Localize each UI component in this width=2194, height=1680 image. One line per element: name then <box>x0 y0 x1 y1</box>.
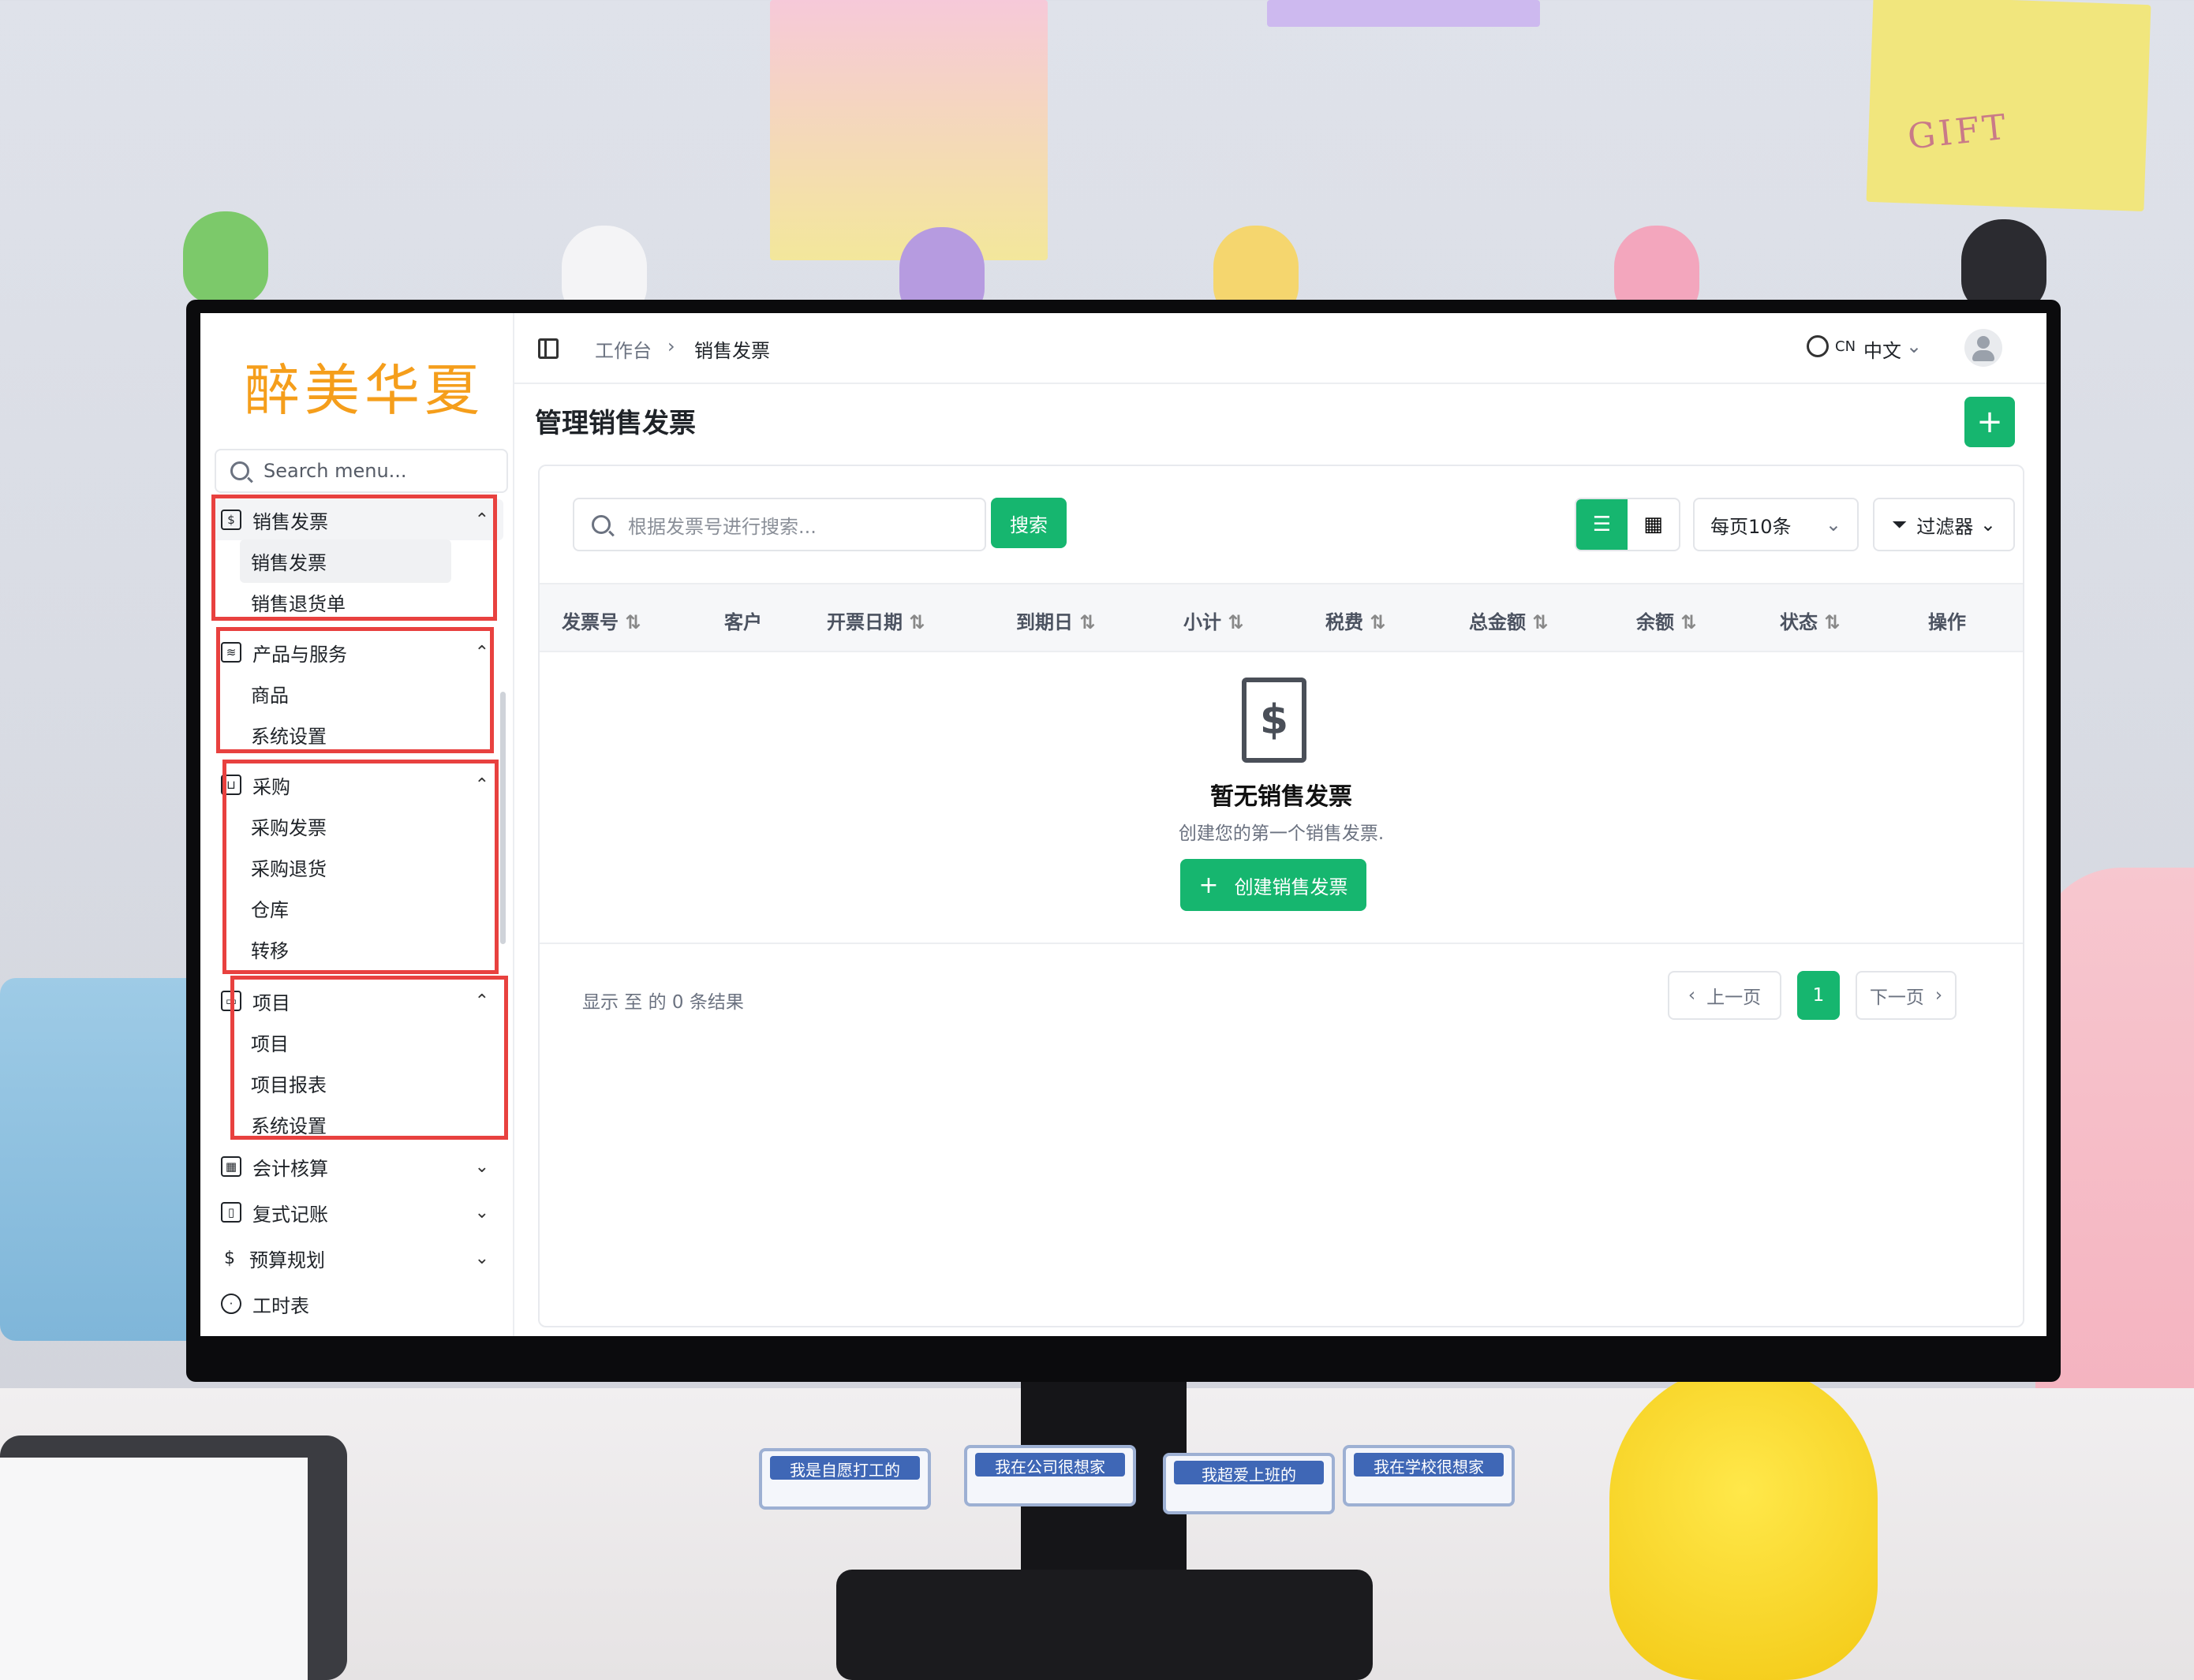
search-button[interactable]: 搜索 <box>991 498 1067 548</box>
sidebar-scrollbar[interactable] <box>500 692 506 944</box>
breadcrumb-separator-icon: › <box>667 335 675 357</box>
language-select[interactable]: 中文 <box>1863 335 1901 363</box>
invoice-search-input[interactable]: 根据发票号进行搜索... <box>573 498 986 551</box>
column-header[interactable]: 税费 ⇅ <box>1325 607 1385 634</box>
column-header[interactable]: 状态 ⇅ <box>1780 607 1840 634</box>
sort-icon: ⇅ <box>909 611 925 633</box>
receipt-dollar-icon: $ <box>1242 678 1306 763</box>
page-title: 管理销售发票 <box>535 408 696 439</box>
avatar[interactable] <box>1964 329 2002 367</box>
add-invoice-button[interactable]: + <box>1964 397 2015 447</box>
table-header: 发票号 ⇅ 客户 开票日期 ⇅ 到期日 ⇅ 小计 ⇅ 税费 ⇅ 总金额 ⇅ 余额… <box>540 583 2023 652</box>
chevron-down-icon: ⌄ <box>474 1202 489 1223</box>
chevron-left-icon: ‹ <box>1688 985 1696 1006</box>
clock-icon: · <box>221 1294 241 1314</box>
globe-icon[interactable] <box>1807 335 1829 357</box>
filter-icon: ⏷ <box>1892 513 1908 536</box>
breadcrumb-workspace[interactable]: 工作台 <box>595 335 652 363</box>
highlight-box-sales <box>211 495 497 621</box>
page-number-button[interactable]: 1 <box>1797 971 1840 1020</box>
chevron-down-icon: ⌄ <box>474 1156 489 1177</box>
sort-icon: ⇅ <box>1532 611 1549 633</box>
yellow-duck-toy <box>1609 1365 1878 1680</box>
per-page-select[interactable]: 每页10条 ⌄ <box>1693 498 1859 551</box>
book-open-icon: ▯ <box>221 1202 241 1223</box>
prev-page-button[interactable]: ‹ 上一页 <box>1668 971 1781 1020</box>
top-bar: 工作台 › 销售发票 CN 中文 ⌄ <box>513 313 2046 384</box>
sidebar-item-budget[interactable]: $ 预算规划 ⌄ <box>211 1238 503 1279</box>
sort-icon: ⇅ <box>1824 611 1841 633</box>
wall-poster-purple <box>1267 0 1540 27</box>
next-page-button[interactable]: 下一页 › <box>1856 971 1957 1020</box>
filter-button[interactable]: ⏷ 过滤器 ⌄ <box>1873 498 2015 551</box>
breadcrumb-current: 销售发票 <box>694 340 770 362</box>
sort-icon: ⇅ <box>1228 611 1244 633</box>
locale-code[interactable]: CN <box>1835 338 1856 355</box>
grid-view-icon[interactable]: ▦ <box>1628 499 1679 550</box>
monitor-screen: 醉美华夏 Search menu... $ 销售发票 ⌃ 销售发票 销售退货单 … <box>200 313 2046 1336</box>
chevron-down-icon: ⌄ <box>474 1248 489 1268</box>
list-view-icon[interactable]: ☰ <box>1576 499 1628 550</box>
tablet-screen <box>0 1458 308 1680</box>
column-header: 客户 <box>724 611 762 633</box>
menu-search-input[interactable]: Search menu... <box>215 449 508 493</box>
plus-icon: + <box>1198 871 1219 899</box>
chevron-down-icon[interactable]: ⌄ <box>1906 335 1922 357</box>
wall-poster-gift <box>1866 0 2151 212</box>
sort-icon: ⇅ <box>625 611 641 633</box>
monitor-stand-base <box>836 1570 1373 1680</box>
highlight-box-products <box>216 627 494 753</box>
sidebar-group-collapsed: ▦ 会计核算 ⌄ ▯ 复式记账 ⌄ $ 预算规划 ⌄ · 工时表 <box>211 1146 503 1324</box>
highlight-box-projects <box>230 976 508 1140</box>
calculator-icon: ▦ <box>221 1156 241 1177</box>
column-header[interactable]: 到期日 ⇅ <box>1016 607 1095 634</box>
empty-state-title: 暂无销售发票 <box>1210 783 1352 811</box>
dollar-icon: $ <box>224 1248 235 1268</box>
invoice-card: 根据发票号进行搜索... 搜索 ☰ ▦ 每页10条 ⌄ ⏷ 过滤器 ⌄ 发票号 … <box>538 465 2024 1327</box>
sidebar-item-double-entry[interactable]: ▯ 复式记账 ⌄ <box>211 1192 503 1233</box>
figurine-cat <box>1961 219 2046 312</box>
sidebar-toggle-icon[interactable] <box>538 338 559 359</box>
app-logo: 醉美华夏 <box>245 358 484 423</box>
highlight-box-purchase <box>222 760 499 974</box>
column-header[interactable]: 小计 ⇅ <box>1183 607 1243 634</box>
figurine-frog <box>183 211 268 304</box>
wall-poster-bunny <box>770 0 1048 260</box>
chevron-down-icon: ⌄ <box>1979 513 1996 536</box>
sidebar-item-accounting[interactable]: ▦ 会计核算 ⌄ <box>211 1146 503 1187</box>
column-header[interactable]: 发票号 ⇅ <box>562 607 641 634</box>
chevron-down-icon: ⌄ <box>1825 513 1841 536</box>
divider <box>540 943 2023 944</box>
desk-sign: 我在公司很想家 <box>964 1445 1136 1506</box>
desk-sign: 我是自愿打工的 <box>759 1448 931 1510</box>
column-header[interactable]: 余额 ⇅ <box>1636 607 1696 634</box>
sort-icon: ⇅ <box>1680 611 1697 633</box>
column-header[interactable]: 总金额 ⇅ <box>1469 607 1548 634</box>
chevron-right-icon: › <box>1934 985 1943 1006</box>
sidebar-item-timesheet[interactable]: · 工时表 <box>211 1283 503 1324</box>
view-toggle: ☰ ▦ <box>1575 498 1680 551</box>
pagination-summary: 显示 至 的 0 条结果 <box>582 992 744 1013</box>
create-invoice-button[interactable]: + 创建销售发票 <box>1180 859 1366 911</box>
sort-icon: ⇅ <box>1079 611 1096 633</box>
empty-state-subtitle: 创建您的第一个销售发票. <box>1178 823 1385 844</box>
desk-sign: 我在学校很想家 <box>1343 1445 1515 1506</box>
search-icon <box>230 461 249 480</box>
column-header[interactable]: 开票日期 ⇅ <box>827 607 925 634</box>
column-header: 操作 <box>1928 611 1966 633</box>
sort-icon: ⇅ <box>1370 611 1386 633</box>
search-icon <box>592 515 611 534</box>
desk-sign: 我超爱上班的 <box>1163 1453 1335 1514</box>
sidebar: 醉美华夏 Search menu... $ 销售发票 ⌃ 销售发票 销售退货单 … <box>200 313 514 1336</box>
